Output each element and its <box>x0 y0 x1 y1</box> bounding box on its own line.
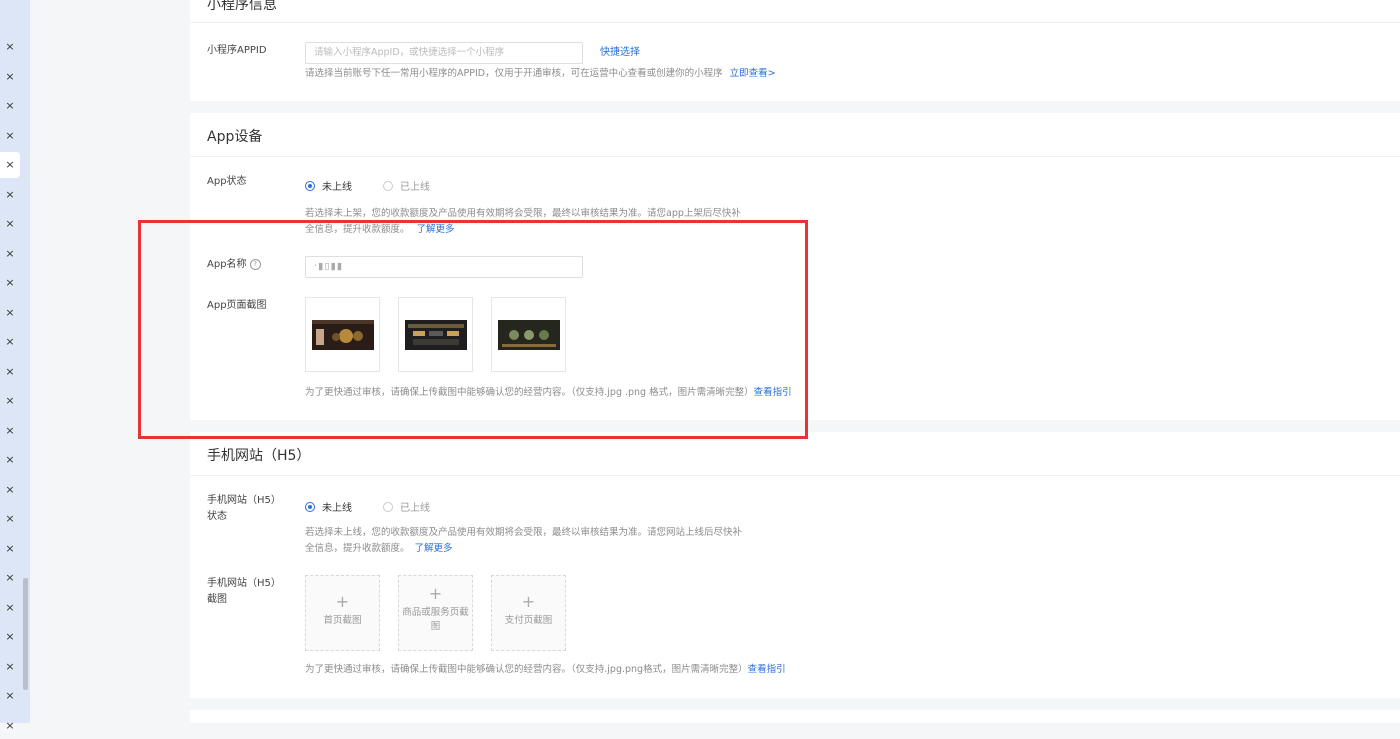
upload-product-screenshot[interactable]: + 商品或服务页截图 <box>398 575 473 651</box>
plus-icon: + <box>335 592 350 611</box>
tab-close-icon[interactable]: × <box>0 93 20 119</box>
tab-close-icon[interactable]: × <box>0 211 20 237</box>
h5-status-help-copy: 全信息，提升收款额度。 <box>305 543 410 554</box>
view-guide-link[interactable]: 查看指引 <box>748 664 786 675</box>
app-status-label: App状态 <box>207 176 247 187</box>
h5-status-help-line1: 若选择未上线，您的收款额度及产品使用有效期将会受限，最终以审核结果为准。请您网站… <box>305 527 743 538</box>
section-divider <box>190 475 1400 476</box>
section-divider <box>190 156 1400 157</box>
quick-select-link[interactable]: 快捷选择 <box>600 45 640 61</box>
upload-label: 首页截图 <box>323 615 362 626</box>
tab-close-icon[interactable]: × <box>0 477 20 503</box>
question-circle-icon[interactable]: ? <box>249 258 261 270</box>
game-screenshot-image <box>405 320 467 350</box>
tab-close-icon[interactable]: × <box>0 624 20 650</box>
tab-close-icon[interactable]: × <box>0 34 20 60</box>
h5-screenshot-help-copy: 为了更快通过审核，请确保上传截图中能够确认您的经营内容。（仅支持.jpg.png… <box>305 664 748 675</box>
tab-strip-scrollbar[interactable] <box>23 578 28 690</box>
tab-close-icon[interactable]: × <box>0 64 20 90</box>
radio-label: 未上线 <box>322 503 352 514</box>
tab-close-icon[interactable]: × <box>0 654 20 680</box>
mini-program-section-title: 小程序信息 <box>207 0 277 13</box>
view-now-link[interactable]: 立即查看> <box>730 68 776 79</box>
h5-status-label-line1: 手机网站（H5） <box>207 495 281 506</box>
learn-more-link[interactable]: 了解更多 <box>415 543 453 554</box>
radio-label: 未上线 <box>322 182 352 193</box>
app-screenshot-thumb-3[interactable] <box>491 297 566 372</box>
app-name-input[interactable]: ·▮▯▮▮ <box>305 256 583 278</box>
app-device-section-title: App设备 <box>207 129 263 145</box>
h5-screenshot-help: 为了更快通过审核，请确保上传截图中能够确认您的经营内容。（仅支持.jpg.png… <box>305 662 786 678</box>
app-screenshot-thumb-2[interactable] <box>398 297 473 372</box>
radio-unchecked-icon <box>383 501 393 512</box>
appid-label: 小程序APPID <box>207 45 267 56</box>
learn-more-link[interactable]: 了解更多 <box>417 224 455 235</box>
h5-status-label: 手机网站（H5） 状态 <box>207 493 281 525</box>
tab-close-icon[interactable]: × <box>0 388 20 414</box>
h5-status-offline-radio[interactable]: 未上线 <box>305 499 352 514</box>
plus-icon: + <box>521 592 536 611</box>
app-name-label-text: App名称 <box>207 259 247 270</box>
radio-label: 已上线 <box>400 503 430 514</box>
h5-screenshot-label: 手机网站（H5） 截图 <box>207 576 281 608</box>
tab-close-icon[interactable]: × <box>0 359 20 385</box>
app-name-label: App名称? <box>207 257 261 273</box>
appid-help-text: 请选择当前账号下任一常用小程序的APPID，仅用于开通审核，可在运营中心查看或创… <box>305 66 776 82</box>
radio-checked-icon <box>305 501 315 512</box>
h5-section-title: 手机网站（H5） <box>207 448 311 464</box>
app-screenshot-help-copy: 为了更快通过审核，请确保上传截图中能够确认您的经营内容。（仅支持.jpg .pn… <box>305 387 754 398</box>
plus-icon: + <box>428 584 443 603</box>
h5-screenshot-label-line1: 手机网站（H5） <box>207 578 281 589</box>
app-screenshot-thumb-1[interactable] <box>305 297 380 372</box>
app-device-card: App设备 App状态 未上线 已上线 若选择未上架，您的收款额度及产品使用有效… <box>190 113 1400 420</box>
tab-close-icon[interactable]: × <box>0 595 20 621</box>
view-guide-link[interactable]: 查看指引 <box>754 387 792 398</box>
game-screenshot-image <box>312 320 374 350</box>
tab-close-icon[interactable]: × <box>0 270 20 296</box>
tab-strip: × × × × × × × × × × × × × × × × × × × × × × × × <box>0 0 30 732</box>
appid-input[interactable]: 请输入小程序AppID，或快捷选择一个小程序 <box>305 42 583 64</box>
upload-home-screenshot[interactable]: + 首页截图 <box>305 575 380 651</box>
h5-screenshot-label-line2: 截图 <box>207 594 227 605</box>
upload-label: 支付页截图 <box>504 615 553 626</box>
tab-close-icon[interactable]: × <box>0 300 20 326</box>
mini-program-card: 小程序信息 小程序APPID 请输入小程序AppID，或快捷选择一个小程序 快捷… <box>190 0 1400 101</box>
app-status-online-radio[interactable]: 已上线 <box>383 178 430 193</box>
tab-close-icon[interactable]: × <box>0 329 20 355</box>
app-status-help-copy: 全信息，提升收款额度。 <box>305 224 410 235</box>
tab-close-icon[interactable]: × <box>0 418 20 444</box>
tab-close-icon[interactable]: × <box>0 182 20 208</box>
tab-close-icon[interactable]: × <box>0 506 20 532</box>
tab-close-icon[interactable]: × <box>0 152 20 178</box>
app-status-help-line1: 若选择未上架，您的收款额度及产品使用有效期将会受限，最终以审核结果为准。请您ap… <box>305 208 741 219</box>
tab-close-icon[interactable]: × <box>0 565 20 591</box>
radio-checked-icon <box>305 180 315 191</box>
app-status-help-line2: 全信息，提升收款额度。 了解更多 <box>305 222 455 238</box>
h5-card: 手机网站（H5） 手机网站（H5） 状态 未上线 已上线 若选择未上线，您的收款… <box>190 432 1400 698</box>
radio-unchecked-icon <box>383 180 393 191</box>
game-screenshot-image <box>498 320 560 350</box>
radio-label: 已上线 <box>400 182 430 193</box>
h5-status-online-radio[interactable]: 已上线 <box>383 499 430 514</box>
app-status-offline-radio[interactable]: 未上线 <box>305 178 352 193</box>
tab-close-icon[interactable]: × <box>0 683 20 709</box>
upload-label: 商品或服务页截图 <box>402 607 469 632</box>
section-divider <box>190 22 1400 23</box>
upload-payment-screenshot[interactable]: + 支付页截图 <box>491 575 566 651</box>
tab-close-icon[interactable]: × <box>0 536 20 562</box>
h5-status-help-line2: 全信息，提升收款额度。 了解更多 <box>305 541 453 557</box>
tab-close-icon[interactable]: × <box>0 123 20 149</box>
tab-close-icon[interactable]: × <box>0 713 20 739</box>
tab-close-icon[interactable]: × <box>0 447 20 473</box>
h5-status-label-line2: 状态 <box>207 511 227 522</box>
tab-close-icon[interactable]: × <box>0 241 20 267</box>
appid-help-copy: 请选择当前账号下任一常用小程序的APPID，仅用于开通审核，可在运营中心查看或创… <box>305 68 723 79</box>
app-screenshot-label: App页面截图 <box>207 300 267 311</box>
app-screenshot-help: 为了更快通过审核，请确保上传截图中能够确认您的经营内容。（仅支持.jpg .pn… <box>305 385 792 401</box>
next-section-card <box>190 710 1400 723</box>
